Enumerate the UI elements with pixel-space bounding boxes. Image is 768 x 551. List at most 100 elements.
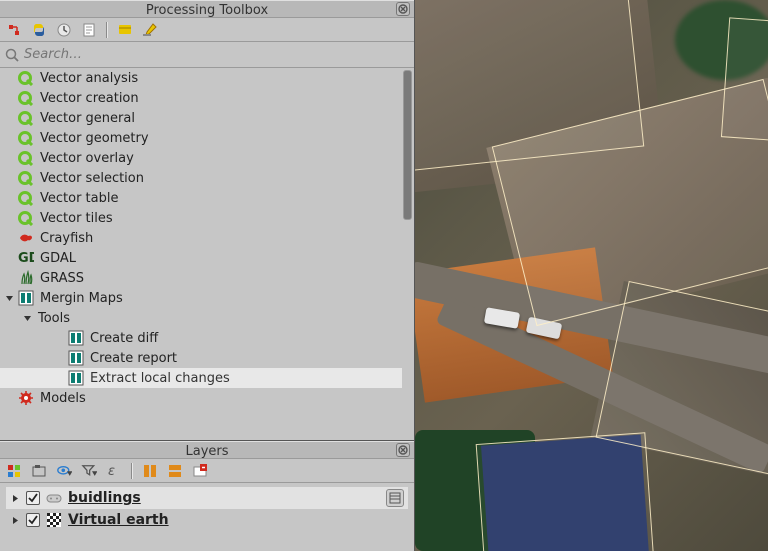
layers-title-text: Layers [185,444,228,459]
tree-twisty-placeholder [4,213,14,223]
chevron-right-icon[interactable] [10,515,20,525]
edit-in-place-icon[interactable] [117,22,133,38]
tree-item-label: Vector analysis [38,71,138,86]
manage-visibility-icon[interactable] [56,463,72,479]
mergin-icon [18,290,34,306]
mtool-icon [68,350,84,366]
tree-twisty-placeholder [4,393,14,403]
tree-item-create-report[interactable]: Create report [0,348,402,368]
tree-item-vector-tiles[interactable]: Vector tiles [0,208,402,228]
chevron-down-icon[interactable] [22,313,32,323]
gdal-icon: GDAL [18,250,34,266]
layers-toolbar: ε [0,459,414,483]
model-icon[interactable] [6,22,22,38]
tree-twisty-placeholder [4,133,14,143]
qgis-icon [18,170,34,186]
layers-close-button[interactable] [396,443,410,457]
tree-twisty-placeholder [4,193,14,203]
layers-panel-title: Layers [0,441,414,459]
models-icon [18,390,34,406]
tree-item-vector-selection[interactable]: Vector selection [0,168,402,188]
tree-twisty-placeholder [4,93,14,103]
qgis-icon [18,210,34,226]
expression-filter-icon[interactable]: ε [106,463,122,479]
grass-icon [18,270,34,286]
remove-layer-icon[interactable] [192,463,208,479]
qgis-icon [18,110,34,126]
tree-item-label: Crayfish [38,231,93,246]
expand-all-icon[interactable] [142,463,158,479]
toolbar-separator [106,22,108,38]
layer-label: Virtual earth [68,512,169,528]
options-icon[interactable] [142,22,158,38]
chevron-down-icon[interactable] [4,293,14,303]
tree-item-label: GRASS [38,271,84,286]
tree-item-crayfish[interactable]: Crayfish [0,228,402,248]
layer-count-icon[interactable] [386,489,404,507]
tree-item-label: Create report [88,351,177,366]
style-manager-icon[interactable] [6,463,22,479]
toolbox-close-button[interactable] [396,2,410,16]
tree-twisty-placeholder [4,253,14,263]
qgis-icon [18,130,34,146]
tree-item-label: Tools [36,311,70,326]
search-icon [4,47,20,63]
tree-twisty-placeholder [54,353,64,363]
layers-list[interactable]: buidlings Virtual earth [0,483,414,551]
tree-item-create-diff[interactable]: Create diff [0,328,402,348]
tree-item-label: Extract local changes [88,371,230,386]
tree-item-vector-table[interactable]: Vector table [0,188,402,208]
tree-twisty-placeholder [4,73,14,83]
tree-twisty-placeholder [54,333,64,343]
qgis-icon [18,150,34,166]
tree-item-vector-geometry[interactable]: Vector geometry [0,128,402,148]
tree-twisty-placeholder [4,273,14,283]
tree-scrollbar[interactable] [403,70,412,220]
history-icon[interactable] [56,22,72,38]
tree-twisty-placeholder [54,373,64,383]
tree-item-label: Create diff [88,331,158,346]
tree-item-vector-analysis[interactable]: Vector analysis [0,68,402,88]
tree-item-extract-local-changes[interactable]: Extract local changes [0,368,402,388]
results-icon[interactable] [81,22,97,38]
chevron-right-icon[interactable] [10,493,20,503]
tree-twisty-placeholder [4,113,14,123]
pattern-icon [46,512,62,528]
map-canvas[interactable] [415,0,768,551]
tree-item-mergin-maps[interactable]: Mergin Maps [0,288,402,308]
toolbox-tree[interactable]: Vector analysis Vector creation Vector gen… [0,68,414,440]
tree-item-tools[interactable]: Tools [0,308,402,328]
tree-twisty-placeholder [4,173,14,183]
tree-item-models[interactable]: Models [0,388,402,408]
filter-legend-icon[interactable] [81,463,97,479]
python-icon[interactable] [31,22,47,38]
tree-item-label: Vector creation [38,91,139,106]
controller-icon [46,490,62,506]
tree-item-label: GDAL [38,251,76,266]
toolbar-separator [131,463,133,479]
tree-item-label: Vector geometry [38,131,149,146]
svg-text:ε: ε [108,464,115,479]
tree-item-vector-overlay[interactable]: Vector overlay [0,148,402,168]
toolbox-search-input[interactable] [24,45,408,64]
tree-item-label: Models [38,391,86,406]
add-group-icon[interactable] [31,463,47,479]
layer-label: buidlings [68,490,141,506]
layer-row-buidlings[interactable]: buidlings [6,487,408,509]
tree-item-gdal[interactable]: GDAL GDAL [0,248,402,268]
layer-visibility-checkbox[interactable] [26,513,40,527]
mtool-icon [68,370,84,386]
layer-visibility-checkbox[interactable] [26,491,40,505]
crayfish-icon [18,230,34,246]
tree-item-grass[interactable]: GRASS [0,268,402,288]
layer-row-virtual-earth[interactable]: Virtual earth [6,509,408,531]
tree-item-vector-creation[interactable]: Vector creation [0,88,402,108]
toolbox-title-text: Processing Toolbox [146,3,268,18]
collapse-all-icon[interactable] [167,463,183,479]
toolbox-panel-title: Processing Toolbox [0,0,414,18]
tree-twisty-placeholder [4,233,14,243]
tree-item-vector-general[interactable]: Vector general [0,108,402,128]
tree-item-label: Mergin Maps [38,291,123,306]
mtool-icon [68,330,84,346]
qgis-icon [18,70,34,86]
